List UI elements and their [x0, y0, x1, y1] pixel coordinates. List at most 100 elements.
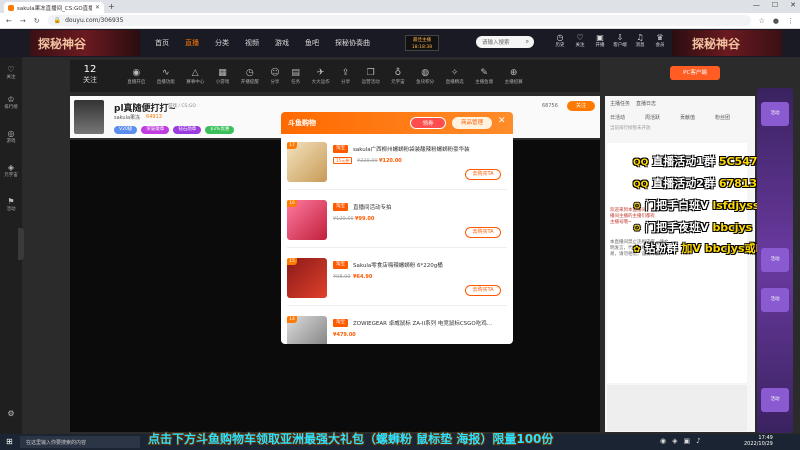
toolbar-label: 赛事中心 — [186, 79, 205, 85]
anchor-row: sakula果冻 64913 — [114, 114, 162, 121]
toolbar-item[interactable]: ◷ 开播提醒 — [241, 68, 259, 85]
tab-anchor-task[interactable]: 主播任务 — [610, 100, 630, 107]
browser-tab[interactable]: sakula果冻直播间_CS:GO直播... ✕ — [4, 2, 104, 13]
share-icon: ⇪ — [341, 67, 350, 78]
taskbar-clock[interactable]: 17:49 2022/10/29 — [744, 435, 773, 447]
toolbar-item[interactable]: ✧ 直播精选 — [446, 68, 464, 85]
product-name[interactable]: ZOWIEGEAR 卓威鼠标 ZA-II系列 电竞鼠标CSGO吃鸡... — [353, 319, 501, 327]
toolbar-item[interactable]: ⇪ 分享 — [341, 68, 350, 85]
event-card[interactable]: 活动 — [761, 288, 789, 312]
toolbar-item[interactable]: ✎ 主播鱼塘 — [475, 68, 493, 85]
close-window-icon[interactable]: ✕ — [790, 1, 796, 9]
avatar[interactable] — [74, 100, 104, 134]
buy-button[interactable]: 去购买TA — [465, 169, 501, 180]
speaker-icon[interactable]: ♪ — [696, 437, 700, 445]
toolbar-item[interactable]: △ 赛事中心 — [186, 68, 204, 85]
toolbar-item[interactable]: ∿ 直播功能 — [157, 68, 175, 85]
badge-pill[interactable]: 荣誉徽章 — [141, 126, 170, 134]
nav-video[interactable]: 视频 — [245, 38, 259, 48]
nav-home[interactable]: 首页 — [155, 38, 169, 48]
sidebar-item-follow[interactable]: ♡ 关注 — [0, 65, 22, 80]
message-button[interactable]: ♫ 消息 — [633, 33, 647, 48]
windows-start-icon[interactable]: ⊞ — [6, 437, 13, 446]
buy-button[interactable]: 去购买TA — [465, 227, 501, 238]
menu-icon[interactable]: ⋮ — [787, 17, 794, 25]
nav-fishbar[interactable]: 鱼吧 — [305, 38, 319, 48]
taskbar-search[interactable]: 在这里输入你要搜索的内容 — [20, 436, 140, 448]
manage-products-button[interactable]: 商品管理 — [452, 117, 492, 129]
toolbar-item[interactable]: ☺ 分享 — [270, 68, 279, 85]
tab-live-log[interactable]: 直播日志 — [636, 100, 656, 107]
product-name[interactable]: sakula广西柳州螺蛳粉袋装酸辣粉螺蛳粉豪华装 — [353, 145, 501, 153]
product-name[interactable]: 直播间活动专拍 — [353, 203, 501, 211]
nav-game[interactable]: 游戏 — [275, 38, 289, 48]
forward-icon[interactable]: → — [20, 17, 26, 25]
room-tags[interactable]: 游戏 / CS:GO — [168, 103, 196, 109]
profile-icon[interactable]: ● — [773, 17, 779, 25]
start-live-button[interactable]: ▣ 开播 — [593, 33, 607, 48]
toolbar-item[interactable]: ✈ 大大运作 — [312, 68, 330, 85]
anchor-name[interactable]: sakula果冻 — [114, 114, 140, 121]
nav-event[interactable]: 探秘协奏曲 — [335, 38, 370, 48]
badge-pill[interactable]: $3%优惠 — [205, 126, 235, 134]
tab-weekly[interactable]: 周活跃 — [645, 114, 660, 121]
site-search-input[interactable]: 请输入搜索 ⌕ — [476, 36, 534, 48]
tab-daily[interactable]: 日活动 — [610, 114, 625, 121]
tab-title: sakula果冻直播间_CS:GO直播... — [17, 5, 92, 12]
toolbar-item[interactable]: ♁ 元宇宙 — [391, 68, 405, 85]
back-icon[interactable]: ← — [6, 17, 12, 25]
tray-app-icon[interactable]: ◉ — [660, 437, 666, 445]
grid-icon: ▦ — [218, 67, 227, 78]
close-icon[interactable]: ✕ — [498, 116, 506, 126]
badge-pill[interactable]: 钻石勋章 — [173, 126, 202, 134]
toolbar-item[interactable]: ▦ 小游戏 — [216, 68, 230, 85]
star-icon[interactable]: ☆ — [759, 17, 765, 25]
tab-fans[interactable]: 粉丝团 — [715, 114, 730, 121]
live-promo-badge[interactable]: 最佳主播 18:18:38 — [405, 35, 439, 51]
buy-button[interactable]: 去购买TA — [465, 285, 501, 296]
sidebar-item-metaverse[interactable]: ◈ 元宇宙 — [0, 163, 22, 178]
tray-app-icon[interactable]: ◈ — [672, 437, 677, 445]
tab-close-icon[interactable]: ✕ — [95, 4, 100, 11]
history-button[interactable]: ◷ 历史 — [553, 33, 567, 48]
sidebar-item-game[interactable]: ◎ 游戏 — [0, 129, 22, 144]
toolbar-label: 小游戏 — [215, 79, 230, 85]
toolbar-item[interactable]: ◉ 直播开启 — [127, 68, 145, 85]
url-field[interactable]: 🔒 douyu.com/306935 — [47, 15, 751, 26]
reload-icon[interactable]: ↻ — [34, 17, 40, 25]
tab-contribution[interactable]: 贡献值 — [680, 114, 695, 121]
nav-category[interactable]: 分类 — [215, 38, 229, 48]
follow-button[interactable]: ♡ 关注 — [573, 33, 587, 48]
sidebar-settings[interactable]: ⚙ — [0, 409, 22, 418]
search-icon[interactable]: ⌕ — [526, 38, 529, 46]
coupon-button[interactable]: 领券 — [410, 117, 446, 129]
header-banner-left: 探秘神谷 — [30, 30, 140, 56]
product-name[interactable]: Sakula零食店嗨辣螺蛳粉 6*220g桶 — [353, 261, 501, 269]
pc-client-button[interactable]: PC客户端 — [670, 66, 720, 80]
sidebar-collapse-handle[interactable] — [18, 228, 24, 260]
client-button[interactable]: ⇩ 客户端 — [613, 33, 627, 48]
toolbar-item[interactable]: ◍ 鱼块积分 — [416, 68, 434, 85]
nav-live[interactable]: 直播 — [185, 38, 199, 48]
toolbar-label: 主播鱼塘 — [475, 79, 494, 85]
product-price: ¥120.00 — [379, 158, 402, 164]
event-card[interactable]: 活动 — [761, 248, 789, 272]
badge-pill[interactable]: V20级 — [114, 126, 138, 134]
toolbar-item[interactable]: ▤ 任务 — [291, 68, 300, 85]
gift-strip[interactable] — [607, 385, 747, 431]
vip-button[interactable]: ♛ 会员 — [653, 33, 667, 48]
heart-icon: ♡ — [7, 65, 15, 74]
follow-streamer-button[interactable]: 关注 — [567, 101, 595, 111]
minimize-icon[interactable]: — — [753, 1, 760, 9]
tray-app-icon[interactable]: ▣ — [684, 437, 691, 445]
event-card[interactable]: 活动 — [761, 388, 789, 412]
maximize-icon[interactable]: ☐ — [772, 1, 778, 9]
new-tab-icon[interactable]: + — [108, 2, 115, 11]
toolbar-item[interactable]: ❒ 运营活动 — [362, 68, 380, 85]
event-card[interactable]: 活动 — [761, 102, 789, 126]
sidebar-label: 排行榜 — [4, 105, 18, 110]
sidebar-item-event[interactable]: ⚑ 活动 — [0, 197, 22, 212]
sidebar-item-rank[interactable]: ♔ 排行榜 — [0, 95, 22, 110]
toolbar-item[interactable]: ⊕ 主播招募 — [505, 68, 523, 85]
follow-count[interactable]: 12 关注 — [70, 64, 110, 85]
